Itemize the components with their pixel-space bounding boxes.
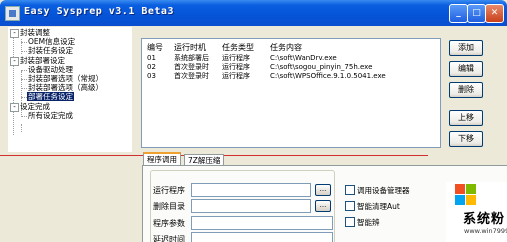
tree-item-deploy-options-advanced[interactable]: 封装部署选项（高级） xyxy=(28,83,103,92)
smart-clean-checkbox[interactable] xyxy=(345,201,355,211)
tree-item-deploy-tasks[interactable]: 部署任务设定 xyxy=(27,92,74,101)
task-list[interactable]: 编号 运行时机 任务类型 任务内容 01 系统部署后 运行程序 C:\soft\… xyxy=(141,38,441,148)
run-program-input[interactable] xyxy=(191,183,311,197)
tree-item-deploy-settings[interactable]: 封装部署设定 xyxy=(20,56,65,65)
task-type: 运行程序 xyxy=(222,63,250,71)
tree-item-driver-handling[interactable]: 设备驱动处理 xyxy=(28,65,73,74)
task-id: 01 xyxy=(147,54,156,62)
task-timing: 系统部署后 xyxy=(174,54,209,62)
task-timing: 首次登录时 xyxy=(174,63,209,71)
watermark-url: www.win7999.com xyxy=(464,227,507,235)
close-button[interactable]: ✕ xyxy=(485,4,504,23)
add-button[interactable]: 添加 xyxy=(449,40,483,56)
collapse-icon[interactable]: - xyxy=(10,29,19,38)
column-header-content[interactable]: 任务内容 xyxy=(270,42,302,53)
app-window: Easy Sysprep v3.1 Beta3 _ □ ✕ - 封装调整 OEM… xyxy=(0,0,507,242)
settings-tree: - 封装调整 OEM信息设定 封装任务设定 - 封装部署设定 设备驱动处理 封装… xyxy=(8,27,132,152)
maximize-button[interactable]: □ xyxy=(467,4,486,23)
task-type: 运行程序 xyxy=(222,72,250,80)
delay-label: 延迟时间 xyxy=(153,235,185,242)
column-header-id[interactable]: 编号 xyxy=(147,42,163,53)
run-program-label: 运行程序 xyxy=(153,186,185,195)
browse-dir-button[interactable]: ... xyxy=(315,200,331,212)
title-bar[interactable]: Easy Sysprep v3.1 Beta3 _ □ ✕ xyxy=(0,0,507,26)
tree-item-settings-complete[interactable]: 设定完成 xyxy=(20,102,50,111)
collapse-icon[interactable]: - xyxy=(10,103,19,112)
minimize-button[interactable]: _ xyxy=(449,4,468,23)
smart-detect-checkbox[interactable] xyxy=(345,217,355,227)
device-manager-label: 调用设备管理器 xyxy=(357,186,410,195)
tree-item-deploy-options-general[interactable]: 封装部署选项（常规） xyxy=(28,74,103,83)
column-header-timing[interactable]: 运行时机 xyxy=(174,42,206,53)
delete-dir-label: 删除目录 xyxy=(153,202,185,211)
device-manager-checkbox[interactable] xyxy=(345,185,355,195)
tree-item-all-complete[interactable]: 所有设定完成 xyxy=(28,111,73,120)
tree-item-packaging-adjust[interactable]: 封装调整 xyxy=(20,28,50,37)
tree-item-oem-info[interactable]: OEM信息设定 xyxy=(28,37,75,46)
smart-detect-label: 智能辨 xyxy=(357,218,380,227)
delay-input[interactable] xyxy=(191,232,333,242)
watermark-brand: 系统粉 xyxy=(463,212,506,227)
task-content: C:\soft\WanDrv.exe xyxy=(270,54,337,62)
move-down-button[interactable]: 下移 xyxy=(449,131,483,147)
window-title: Easy Sysprep v3.1 Beta3 xyxy=(24,6,174,17)
task-content: C:\soft\sogou_pinyin_75h.exe xyxy=(270,63,373,71)
move-up-button[interactable]: 上移 xyxy=(449,110,483,126)
delete-dir-input[interactable] xyxy=(191,199,311,213)
collapse-icon[interactable]: - xyxy=(10,57,19,66)
task-id: 03 xyxy=(147,72,156,80)
edit-button[interactable]: 编辑 xyxy=(449,61,483,77)
smart-clean-label: 智能清理Aut xyxy=(357,202,400,211)
column-header-type[interactable]: 任务类型 xyxy=(222,42,254,53)
task-type: 运行程序 xyxy=(222,54,250,62)
task-content: C:\soft\WPSOffice.9.1.0.5041.exe xyxy=(270,72,386,80)
delete-button[interactable]: 删除 xyxy=(449,82,483,98)
program-args-input[interactable] xyxy=(191,216,333,230)
tree-item-packaging-task[interactable]: 封装任务设定 xyxy=(28,46,73,55)
task-timing: 首次登录时 xyxy=(174,72,209,80)
app-icon xyxy=(5,6,20,21)
tab-program-call[interactable]: 程序调用 xyxy=(143,152,181,166)
browse-program-button[interactable]: ... xyxy=(315,184,331,196)
program-args-label: 程序参数 xyxy=(153,219,185,228)
task-id: 02 xyxy=(147,63,156,71)
